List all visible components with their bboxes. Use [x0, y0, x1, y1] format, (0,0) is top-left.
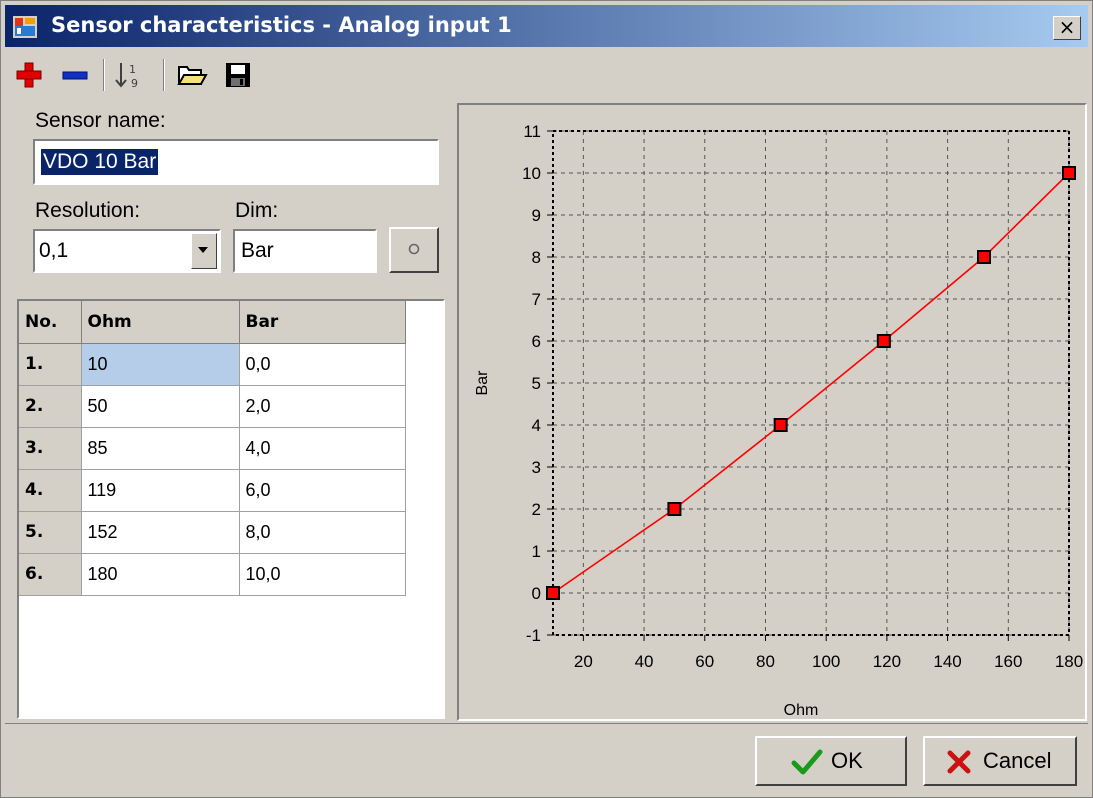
cancel-x-icon — [947, 750, 971, 774]
characteristics-table-area[interactable]: No. Ohm Bar 1. 10 0,0 2. 50 2,0 3. 85 4,… — [17, 299, 445, 719]
ohm-cell[interactable]: 119 — [81, 469, 240, 512]
dialog-button-bar: OK Cancel — [5, 723, 1088, 794]
y-tick-label: 4 — [532, 416, 541, 435]
column-header-bar[interactable]: Bar — [239, 301, 406, 344]
sensor-properties-panel: Sensor name: VDO 10 Bar Resolution: Dim:… — [17, 103, 445, 295]
svg-text:9: 9 — [131, 77, 138, 90]
table-row[interactable]: 5. 152 8,0 — [19, 511, 406, 554]
y-tick-label: 3 — [532, 458, 541, 477]
y-tick-label: 2 — [532, 500, 541, 519]
ohm-cell[interactable]: 10 — [81, 343, 240, 386]
y-tick-label: 10 — [522, 164, 541, 183]
minus-icon[interactable] — [55, 57, 95, 93]
sensor-curve-chart[interactable]: -1 0 1 2 3 4 5 6 7 8 9 10 11 20 40 60 80 100 120 140 160 180 O… — [459, 105, 1085, 719]
svg-text:1: 1 — [129, 63, 136, 76]
data-point[interactable] — [546, 586, 560, 600]
table-row[interactable]: 6. 180 10,0 — [19, 553, 406, 596]
dialog-window: Sensor characteristics - Analog input 1 … — [0, 0, 1093, 798]
x-tick-label: 100 — [812, 652, 840, 671]
table-header-row: No. Ohm Bar — [19, 301, 406, 344]
x-tick-label: 140 — [933, 652, 961, 671]
sensor-name-value: VDO 10 Bar — [41, 149, 159, 175]
y-tick-label: 1 — [532, 542, 541, 561]
ohm-cell[interactable]: 152 — [81, 511, 240, 554]
sensor-name-input[interactable]: VDO 10 Bar — [33, 139, 439, 185]
table-row[interactable]: 4. 119 6,0 — [19, 469, 406, 512]
resolution-select[interactable]: 0,1 — [33, 229, 221, 273]
chevron-down-icon — [198, 247, 208, 253]
ok-button[interactable]: OK — [755, 736, 907, 786]
row-number: 1. — [19, 343, 82, 386]
x-tick-label: 160 — [994, 652, 1022, 671]
app-icon — [13, 16, 37, 38]
y-tick-label: 9 — [532, 206, 541, 225]
window-title: Sensor characteristics - Analog input 1 — [51, 13, 512, 37]
cancel-button[interactable]: Cancel — [923, 736, 1077, 786]
x-tick-label: 40 — [635, 652, 654, 671]
bar-cell[interactable]: 2,0 — [239, 385, 406, 428]
close-button[interactable]: × — [1053, 16, 1081, 40]
title-bar[interactable]: Sensor characteristics - Analog input 1 … — [5, 5, 1088, 47]
x-tick-label: 80 — [756, 652, 775, 671]
row-number: 4. — [19, 469, 82, 512]
y-tick-label: -1 — [526, 626, 541, 645]
y-axis-label: Bar — [474, 370, 491, 396]
folder-open-icon[interactable] — [171, 57, 211, 93]
bar-cell[interactable]: 4,0 — [239, 427, 406, 470]
y-tick-label: 5 — [532, 374, 541, 393]
data-point[interactable] — [1062, 166, 1076, 180]
data-point[interactable] — [876, 334, 891, 348]
dim-label: Dim: — [235, 199, 279, 222]
table-row[interactable]: 2. 50 2,0 — [19, 385, 406, 428]
row-number: 3. — [19, 427, 82, 470]
x-tick-label: 120 — [873, 652, 901, 671]
table-row[interactable]: 3. 85 4,0 — [19, 427, 406, 470]
toolbar-separator — [103, 59, 105, 91]
toolbar: 1 9 — [5, 51, 1088, 99]
resolution-label: Resolution: — [35, 199, 141, 222]
y-tick-label: 6 — [532, 332, 541, 351]
plus-icon[interactable] — [9, 57, 49, 93]
chart-panel: -1 0 1 2 3 4 5 6 7 8 9 10 11 20 40 60 80 100 120 140 160 180 O… — [457, 103, 1087, 721]
y-tick-label: 11 — [523, 122, 541, 141]
data-point[interactable] — [773, 418, 788, 432]
toolbar-separator — [163, 59, 165, 91]
floppy-disk-icon[interactable] — [217, 57, 257, 93]
checkmark-icon — [791, 749, 823, 775]
column-header-ohm[interactable]: Ohm — [81, 301, 240, 344]
data-point[interactable] — [667, 502, 682, 516]
y-tick-label: 7 — [532, 290, 541, 309]
data-point[interactable] — [977, 250, 992, 264]
bar-cell[interactable]: 10,0 — [239, 553, 406, 596]
row-number: 5. — [19, 511, 82, 554]
resolution-value: 0,1 — [39, 239, 69, 262]
characteristics-table: No. Ohm Bar 1. 10 0,0 2. 50 2,0 3. 85 4,… — [19, 301, 406, 596]
x-tick-label: 20 — [574, 652, 593, 671]
x-tick-label: 180 — [1055, 652, 1083, 671]
column-header-no[interactable]: No. — [19, 301, 82, 344]
sort-numeric-icon[interactable]: 1 9 — [111, 57, 151, 93]
bar-cell[interactable]: 8,0 — [239, 511, 406, 554]
table-row[interactable]: 1. 10 0,0 — [19, 343, 406, 386]
ok-button-label: OK — [831, 748, 863, 773]
y-tick-label: 8 — [532, 248, 541, 267]
row-number: 6. — [19, 553, 82, 596]
ohm-cell[interactable]: 180 — [81, 553, 240, 596]
ohm-cell[interactable]: 50 — [81, 385, 240, 428]
dropdown-arrow-button[interactable] — [191, 233, 217, 269]
circle-icon — [408, 243, 420, 255]
color-button[interactable] — [389, 227, 439, 273]
cancel-button-label: Cancel — [983, 748, 1052, 773]
row-number: 2. — [19, 385, 82, 428]
dim-input[interactable]: Bar — [233, 229, 377, 273]
x-tick-label: 60 — [695, 652, 714, 671]
ohm-cell[interactable]: 85 — [81, 427, 240, 470]
sensor-name-label: Sensor name: — [35, 109, 166, 132]
dim-value: Bar — [241, 239, 274, 262]
bar-cell[interactable]: 6,0 — [239, 469, 406, 512]
bar-cell[interactable]: 0,0 — [239, 343, 406, 386]
y-tick-label: 0 — [532, 584, 541, 603]
x-axis-label: Ohm — [784, 702, 819, 719]
